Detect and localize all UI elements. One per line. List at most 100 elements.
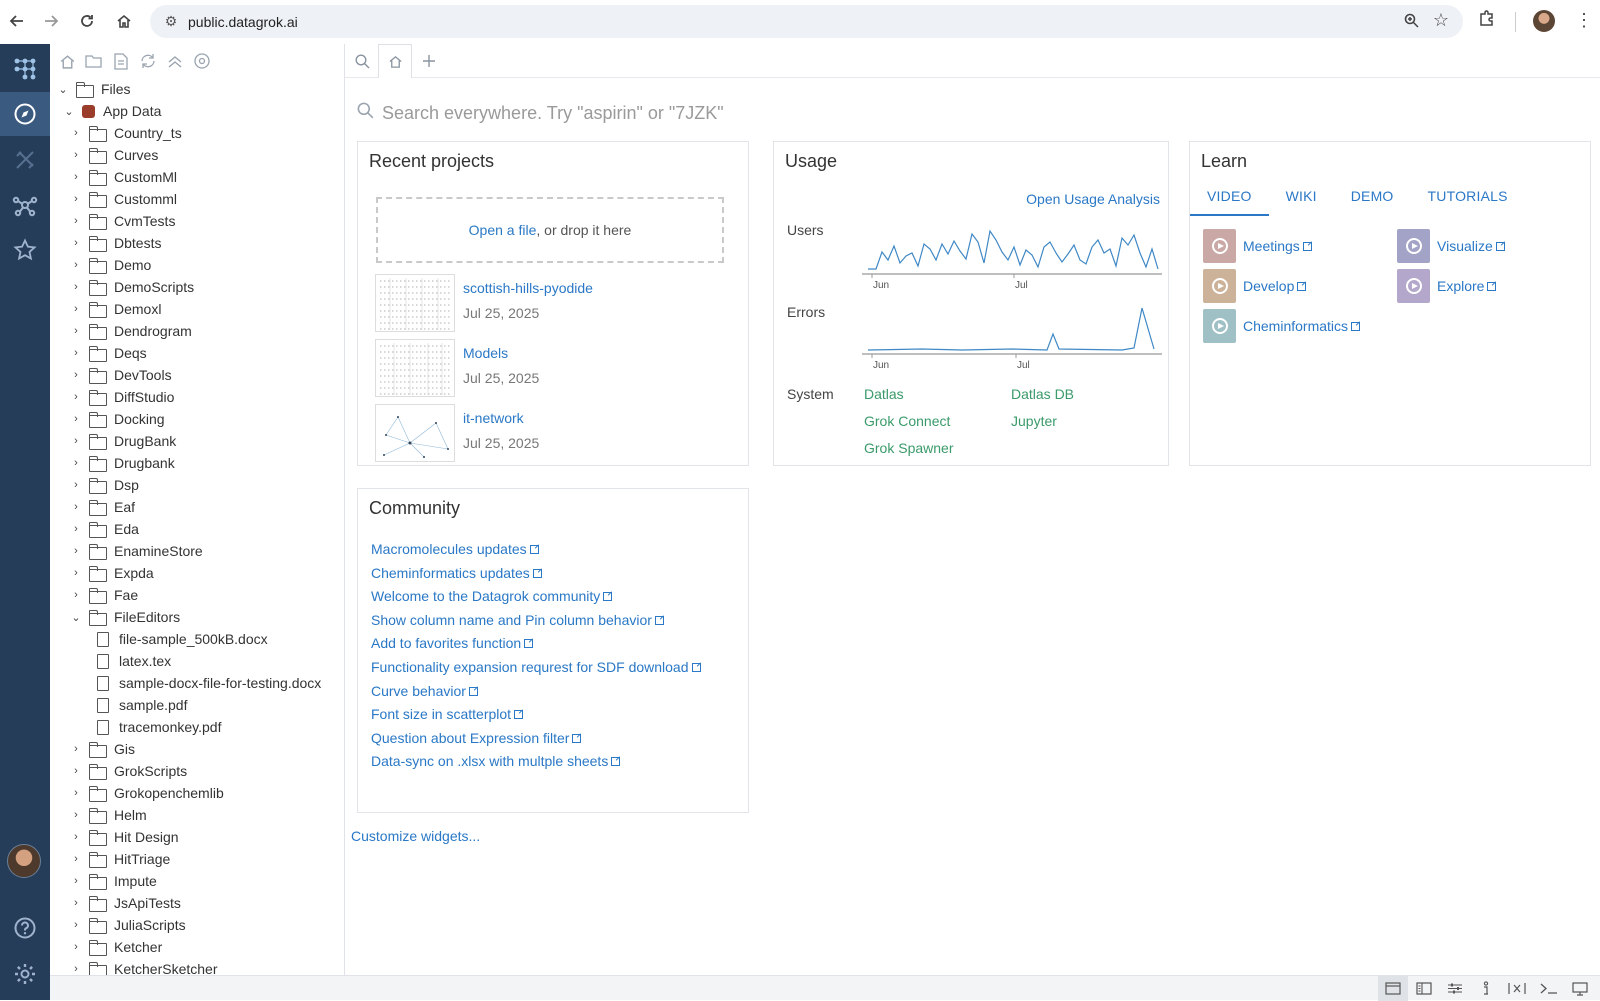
community-link[interactable]: Question about Expression filter bbox=[371, 730, 582, 746]
tree-folder-drugbank[interactable]: › DrugBank bbox=[50, 430, 344, 452]
site-settings-icon[interactable]: ⚙ bbox=[154, 13, 188, 30]
system-grok-spawner[interactable]: Grok Spawner bbox=[864, 440, 953, 456]
chevron-right-icon[interactable]: › bbox=[69, 347, 83, 359]
video-meetings[interactable]: Meetings bbox=[1203, 229, 1312, 263]
add-tab-icon[interactable] bbox=[412, 44, 446, 78]
browser-menu-icon[interactable]: ⋮ bbox=[1575, 10, 1593, 31]
tab-demo[interactable]: DEMO bbox=[1334, 182, 1411, 216]
tree-folder-jsapitests[interactable]: › JsApiTests bbox=[50, 892, 344, 914]
address-bar[interactable]: ⚙ public.datagrok.ai ☆ bbox=[150, 5, 1463, 38]
chevron-right-icon[interactable]: › bbox=[69, 171, 83, 183]
chevron-right-icon[interactable]: › bbox=[69, 809, 83, 821]
chevron-right-icon[interactable]: › bbox=[69, 193, 83, 205]
user-avatar[interactable] bbox=[7, 844, 41, 878]
browse-compass-icon[interactable] bbox=[0, 92, 50, 136]
tab-video[interactable]: VIDEO bbox=[1190, 182, 1269, 216]
tree-folder-fileeditors[interactable]: ⌄ FileEditors bbox=[50, 606, 344, 628]
chevron-right-icon[interactable]: › bbox=[69, 831, 83, 843]
video-explore[interactable]: Explore bbox=[1397, 269, 1497, 303]
chevron-down-icon[interactable]: ⌄ bbox=[69, 611, 83, 624]
tab-wiki[interactable]: WIKI bbox=[1269, 182, 1334, 216]
chevron-right-icon[interactable]: › bbox=[69, 369, 83, 381]
tree-folder-hittriage[interactable]: › HitTriage bbox=[50, 848, 344, 870]
tree-node-files[interactable]: ⌄ Files bbox=[50, 78, 344, 100]
chevron-right-icon[interactable]: › bbox=[69, 325, 83, 337]
chevron-right-icon[interactable]: › bbox=[69, 435, 83, 447]
home-icon[interactable] bbox=[107, 4, 141, 38]
open-file-link[interactable]: Open a file bbox=[469, 222, 537, 238]
system-datlas[interactable]: Datlas bbox=[864, 386, 904, 402]
video-label[interactable]: Visualize bbox=[1437, 238, 1493, 254]
tree-folder-cvmtests[interactable]: › CvmTests bbox=[50, 210, 344, 232]
video-label[interactable]: Explore bbox=[1437, 278, 1484, 294]
info-icon[interactable] bbox=[1471, 976, 1501, 1001]
tree-folder-eaf[interactable]: › Eaf bbox=[50, 496, 344, 518]
chevron-right-icon[interactable]: › bbox=[69, 127, 83, 139]
tools-icon[interactable] bbox=[0, 138, 50, 182]
community-link[interactable]: Welcome to the Datagrok community bbox=[371, 588, 613, 604]
extensions-icon[interactable] bbox=[1478, 9, 1496, 32]
search-input[interactable] bbox=[382, 102, 942, 124]
chevron-right-icon[interactable]: › bbox=[69, 413, 83, 425]
tree-folder-impute[interactable]: › Impute bbox=[50, 870, 344, 892]
tree-file[interactable]: tracemonkey.pdf bbox=[50, 716, 344, 738]
presentation-icon[interactable] bbox=[1565, 976, 1595, 1001]
document-icon[interactable] bbox=[110, 50, 132, 72]
collapse-all-icon[interactable] bbox=[164, 50, 186, 72]
open-usage-analysis-link[interactable]: Open Usage Analysis bbox=[1026, 191, 1160, 207]
tab-tutorials[interactable]: TUTORIALS bbox=[1411, 182, 1525, 216]
tree-folder-devtools[interactable]: › DevTools bbox=[50, 364, 344, 386]
open-folder-icon[interactable] bbox=[83, 50, 105, 72]
video-label[interactable]: Meetings bbox=[1243, 238, 1300, 254]
tree-folder-gis[interactable]: › Gis bbox=[50, 738, 344, 760]
chevron-right-icon[interactable]: › bbox=[69, 897, 83, 909]
tree-folder-grokopenchemlib[interactable]: › Grokopenchemlib bbox=[50, 782, 344, 804]
tree-folder-enaminestore[interactable]: › EnamineStore bbox=[50, 540, 344, 562]
tree-folder-customml[interactable]: › Customml bbox=[50, 188, 344, 210]
tree-folder-ketchersketcher[interactable]: › KetcherSketcher bbox=[50, 958, 344, 975]
chevron-right-icon[interactable]: › bbox=[69, 941, 83, 953]
chevron-right-icon[interactable]: › bbox=[69, 963, 83, 975]
community-link[interactable]: Cheminformatics updates bbox=[371, 565, 542, 581]
community-link[interactable]: Data-sync on .xlsx with multple sheets bbox=[371, 753, 621, 769]
chevron-right-icon[interactable]: › bbox=[69, 875, 83, 887]
tree-file[interactable]: latex.tex bbox=[50, 650, 344, 672]
chevron-right-icon[interactable]: › bbox=[69, 765, 83, 777]
tree-folder-customml[interactable]: › CustomMl bbox=[50, 166, 344, 188]
project-name[interactable]: Models bbox=[463, 345, 508, 361]
chevron-down-icon[interactable]: ⌄ bbox=[62, 105, 76, 118]
tree-folder-hit-design[interactable]: › Hit Design bbox=[50, 826, 344, 848]
customize-widgets-link[interactable]: Customize widgets... bbox=[351, 828, 480, 844]
community-link[interactable]: Add to favorites function bbox=[371, 635, 534, 651]
favorites-star-icon[interactable] bbox=[0, 228, 50, 272]
tree-folder-ketcher[interactable]: › Ketcher bbox=[50, 936, 344, 958]
system-jupyter[interactable]: Jupyter bbox=[1011, 413, 1057, 429]
tree-folder-drugbank[interactable]: › Drugbank bbox=[50, 452, 344, 474]
chevron-right-icon[interactable]: › bbox=[69, 545, 83, 557]
chevron-right-icon[interactable]: › bbox=[69, 501, 83, 513]
video-develop[interactable]: Develop bbox=[1203, 269, 1307, 303]
tree-folder-expda[interactable]: › Expda bbox=[50, 562, 344, 584]
tree-folder-eda[interactable]: › Eda bbox=[50, 518, 344, 540]
chevron-right-icon[interactable]: › bbox=[69, 919, 83, 931]
chevron-down-icon[interactable]: ⌄ bbox=[56, 83, 70, 96]
bookmark-star-icon[interactable]: ☆ bbox=[1433, 10, 1449, 31]
community-link[interactable]: Functionality expansion requrest for SDF… bbox=[371, 659, 701, 675]
settings-gear-icon[interactable] bbox=[0, 952, 50, 996]
layout-top-icon[interactable] bbox=[1378, 976, 1408, 1001]
network-icon[interactable] bbox=[0, 183, 50, 227]
tab-home[interactable] bbox=[378, 44, 412, 79]
layout-side-icon[interactable] bbox=[1409, 976, 1439, 1001]
community-link[interactable]: Curve behavior bbox=[371, 683, 478, 699]
chevron-right-icon[interactable]: › bbox=[69, 259, 83, 271]
chevron-right-icon[interactable]: › bbox=[69, 787, 83, 799]
tree-folder-helm[interactable]: › Helm bbox=[50, 804, 344, 826]
tree-folder-docking[interactable]: › Docking bbox=[50, 408, 344, 430]
chevron-right-icon[interactable]: › bbox=[69, 479, 83, 491]
tree-folder-deqs[interactable]: › Deqs bbox=[50, 342, 344, 364]
system-grok-connect[interactable]: Grok Connect bbox=[864, 413, 950, 429]
chevron-right-icon[interactable]: › bbox=[69, 589, 83, 601]
chevron-right-icon[interactable]: › bbox=[69, 567, 83, 579]
file-drop-zone[interactable]: Open a file , or drop it here bbox=[376, 197, 724, 263]
video-cheminformatics[interactable]: Cheminformatics bbox=[1203, 309, 1361, 343]
